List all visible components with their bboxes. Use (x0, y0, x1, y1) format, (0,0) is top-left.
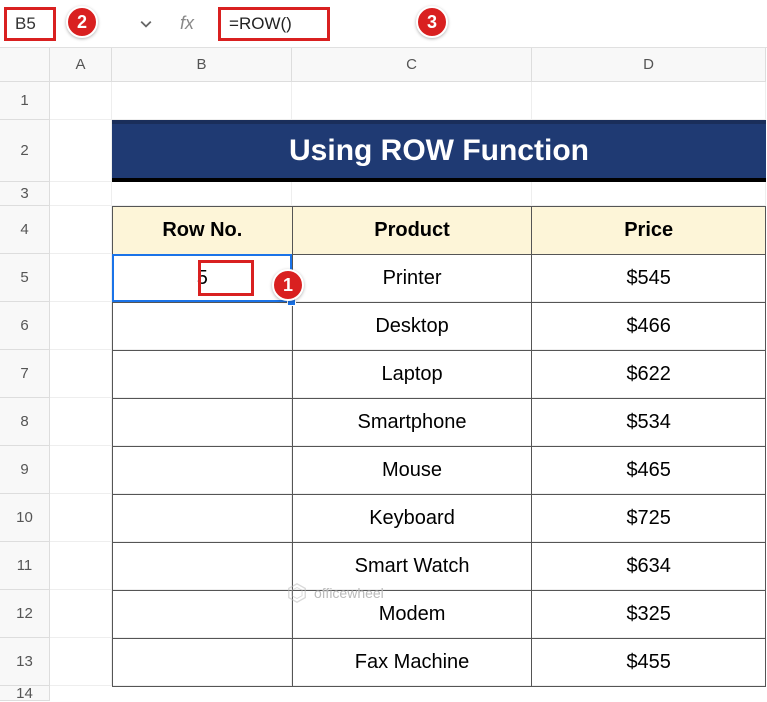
cell[interactable] (112, 182, 292, 206)
cell-product[interactable]: Keyboard (292, 495, 532, 543)
table-row: Smart Watch$634 (113, 543, 766, 591)
column-header-c[interactable]: C (292, 48, 532, 82)
cell-product[interactable]: Mouse (292, 447, 532, 495)
cell-product[interactable]: Laptop (292, 351, 532, 399)
row-header-7[interactable]: 7 (0, 350, 50, 398)
row-header-14[interactable]: 14 (0, 686, 50, 701)
cell[interactable] (50, 638, 112, 686)
table-row: Laptop$622 (113, 351, 766, 399)
column-header-b[interactable]: B (112, 48, 292, 82)
formula-bar: B5 fx =ROW() (0, 0, 767, 48)
row-header-5[interactable]: 5 (0, 254, 50, 302)
title-banner: Using ROW Function (112, 120, 766, 182)
formula-input-border: =ROW() (218, 7, 330, 41)
formula-input[interactable]: =ROW() (229, 14, 319, 34)
cell[interactable] (50, 590, 112, 638)
cell[interactable] (50, 398, 112, 446)
name-box[interactable]: B5 (4, 7, 56, 41)
cell-rowno[interactable] (113, 639, 293, 687)
cell-product[interactable]: Smart Watch (292, 543, 532, 591)
cell-price[interactable]: $534 (532, 399, 766, 447)
row-header-3[interactable]: 3 (0, 182, 50, 206)
column-header-d[interactable]: D (532, 48, 766, 82)
table-row: Modem$325 (113, 591, 766, 639)
row-header-1[interactable]: 1 (0, 82, 50, 120)
row-header-8[interactable]: 8 (0, 398, 50, 446)
cell-product[interactable]: Fax Machine (292, 639, 532, 687)
cell[interactable] (112, 82, 292, 120)
cell[interactable] (532, 82, 766, 120)
name-box-dropdown[interactable] (136, 14, 156, 34)
highlight-value (198, 260, 254, 296)
cell-price[interactable]: $545 (532, 255, 766, 303)
header-rowno[interactable]: Row No. (113, 207, 293, 255)
row-header-2[interactable]: 2 (0, 120, 50, 182)
cell[interactable] (292, 182, 532, 206)
column-headers: A B C D (50, 48, 766, 82)
cell-price[interactable]: $465 (532, 447, 766, 495)
row-header-6[interactable]: 6 (0, 302, 50, 350)
cell[interactable] (50, 254, 112, 302)
table-row: Mouse$465 (113, 447, 766, 495)
cell-price[interactable]: $634 (532, 543, 766, 591)
cell-rowno[interactable] (113, 543, 293, 591)
cell-product[interactable]: Printer (292, 255, 532, 303)
header-price[interactable]: Price (532, 207, 766, 255)
cell-price[interactable]: $725 (532, 495, 766, 543)
cell-price[interactable]: $622 (532, 351, 766, 399)
cell[interactable] (50, 82, 112, 120)
cell-rowno[interactable] (113, 351, 293, 399)
cell-rowno[interactable] (113, 399, 293, 447)
cell-product[interactable]: Desktop (292, 303, 532, 351)
cell-rowno[interactable] (113, 495, 293, 543)
table-row: Smartphone$534 (113, 399, 766, 447)
cell-price[interactable]: $455 (532, 639, 766, 687)
cell-rowno[interactable] (113, 447, 293, 495)
cell[interactable] (292, 82, 532, 120)
table-header-row: Row No. Product Price (113, 207, 766, 255)
row-headers: 1 2 3 4 5 6 7 8 9 10 11 12 13 14 (0, 82, 50, 701)
table-row: Fax Machine$455 (113, 639, 766, 687)
grid[interactable]: Using ROW Function Row No. Product Price… (50, 82, 766, 701)
row-header-12[interactable]: 12 (0, 590, 50, 638)
cell-rowno[interactable] (113, 303, 293, 351)
cell[interactable] (50, 494, 112, 542)
cell[interactable] (50, 542, 112, 590)
cell-price[interactable]: $325 (532, 591, 766, 639)
cell-product[interactable]: Smartphone (292, 399, 532, 447)
header-product[interactable]: Product (292, 207, 532, 255)
select-all-corner[interactable] (0, 48, 50, 82)
cell[interactable] (50, 206, 112, 254)
cell-price[interactable]: $466 (532, 303, 766, 351)
table-row: Keyboard$725 (113, 495, 766, 543)
cell[interactable] (50, 446, 112, 494)
cell[interactable] (50, 120, 112, 182)
row-header-4[interactable]: 4 (0, 206, 50, 254)
table-row: Desktop$466 (113, 303, 766, 351)
callout-3: 3 (416, 6, 448, 38)
row-header-10[interactable]: 10 (0, 494, 50, 542)
cell[interactable] (50, 302, 112, 350)
column-header-a[interactable]: A (50, 48, 112, 82)
cell[interactable] (50, 182, 112, 206)
row-header-13[interactable]: 13 (0, 638, 50, 686)
row-header-11[interactable]: 11 (0, 542, 50, 590)
cell-rowno[interactable] (113, 591, 293, 639)
fx-label: fx (180, 13, 194, 34)
cell-product[interactable]: Modem (292, 591, 532, 639)
chevron-down-icon (140, 18, 152, 30)
callout-1: 1 (272, 269, 304, 301)
cell[interactable] (50, 350, 112, 398)
cell[interactable] (532, 182, 766, 206)
callout-2: 2 (66, 6, 98, 38)
row-header-9[interactable]: 9 (0, 446, 50, 494)
